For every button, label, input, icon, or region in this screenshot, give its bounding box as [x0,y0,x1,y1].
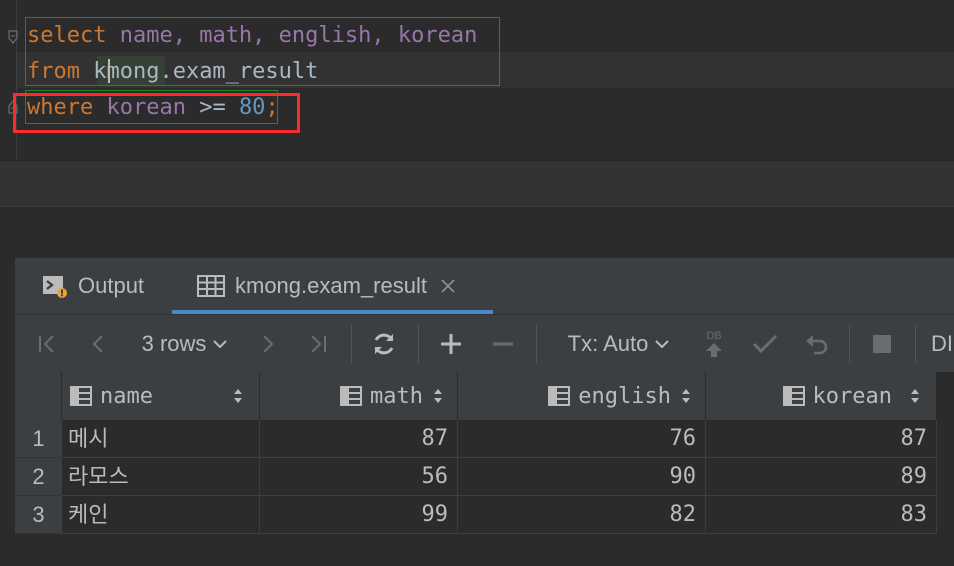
row-number[interactable]: 3 [15,496,62,534]
tab-exam-result[interactable]: kmong.exam_result [197,258,457,314]
editor-bottom-area [0,160,954,207]
add-row-button[interactable] [435,315,467,373]
last-page-button[interactable] [303,315,333,373]
toolbar-separator [351,325,352,363]
results-panel: Output kmong.exam_result 3 rows Tx: Auto… [14,258,954,566]
ddl-label: DI [931,331,953,356]
undo-icon [806,335,828,355]
cell-name[interactable]: 라모스 [62,458,260,496]
sort-icon[interactable] [233,388,243,404]
cell-english[interactable]: 82 [458,496,706,534]
row-number[interactable]: 2 [15,458,62,496]
first-page-icon [39,335,54,353]
result-tabs: Output kmong.exam_result [15,258,954,314]
tx-mode-dropdown[interactable]: Tx: Auto [559,315,679,373]
first-page-button[interactable] [33,315,61,373]
panel-splitter[interactable] [0,206,954,259]
result-grid[interactable]: name math english korean 1 메시 87 76 87 2… [15,372,954,566]
table-icon [197,275,225,297]
chevron-right-icon [263,335,274,353]
tab-output-label: Output [78,273,145,298]
chevron-left-icon [92,335,103,353]
chevron-down-icon [213,340,228,349]
fold-open-icon[interactable] [8,30,18,44]
column-korean-label: korean [812,383,892,409]
stop-icon [873,335,891,353]
minus-icon [493,342,513,346]
column-header-name[interactable]: name [62,372,260,420]
cell-english[interactable]: 90 [458,458,706,496]
tab-output[interactable]: Output [42,258,144,314]
toolbar-separator [915,325,916,363]
next-page-button[interactable] [253,315,281,373]
console-icon [43,276,67,298]
column-icon [340,386,363,406]
column-header-english[interactable]: english [458,372,706,420]
last-page-icon [311,335,326,353]
cell-math[interactable]: 56 [260,458,458,496]
sort-icon[interactable] [433,388,443,404]
toolbar-separator [536,325,537,363]
delete-row-button[interactable] [487,315,519,373]
sort-icon[interactable] [910,388,920,404]
rollback-button[interactable] [801,315,833,373]
plus-icon [441,334,461,354]
cell-math[interactable]: 99 [260,496,458,534]
column-math-label: math [370,383,423,409]
db-label: DB [706,329,722,342]
stop-button[interactable] [867,315,897,373]
column-name-label: name [100,383,153,409]
refresh-button[interactable] [367,315,401,373]
where-clause-highlight [13,93,300,133]
row-number[interactable]: 1 [15,420,62,458]
checkmark-icon [752,334,778,354]
submit-db-button[interactable]: DB [699,315,729,373]
ddl-button[interactable]: DI [931,315,954,373]
rows-count-label: 3 rows [141,331,207,356]
column-header-math[interactable]: math [260,372,458,420]
column-header-korean[interactable]: korean [706,372,937,420]
commit-button[interactable] [749,315,781,373]
rows-dropdown[interactable]: 3 rows [135,315,235,373]
refresh-icon [374,333,394,355]
toolbar-separator [849,325,850,363]
close-icon[interactable] [439,277,457,295]
sql-editor[interactable]: select name, math, english, korean from … [0,0,954,160]
cell-english[interactable]: 76 [458,420,706,458]
column-english-label: english [578,383,671,409]
column-icon [548,386,571,406]
tx-mode-label: Tx: Auto [567,331,649,356]
column-icon [782,386,805,406]
sort-icon[interactable] [681,388,691,404]
cell-name[interactable]: 케인 [62,496,260,534]
chevron-down-icon [655,340,670,349]
toolbar-separator [418,325,419,363]
cell-korean[interactable]: 87 [706,420,937,458]
result-toolbar: 3 rows Tx: Auto DB DI [15,314,954,373]
row-number-header [15,372,62,420]
statement-boundary-box [25,17,500,86]
column-icon [70,386,92,406]
cell-math[interactable]: 87 [260,420,458,458]
cell-korean[interactable]: 89 [706,458,937,496]
cell-korean[interactable]: 83 [706,496,937,534]
upload-arrow-icon [706,342,722,357]
tab-exam-result-label: kmong.exam_result [235,273,427,298]
prev-page-button[interactable] [85,315,113,373]
cell-name[interactable]: 메시 [62,420,260,458]
